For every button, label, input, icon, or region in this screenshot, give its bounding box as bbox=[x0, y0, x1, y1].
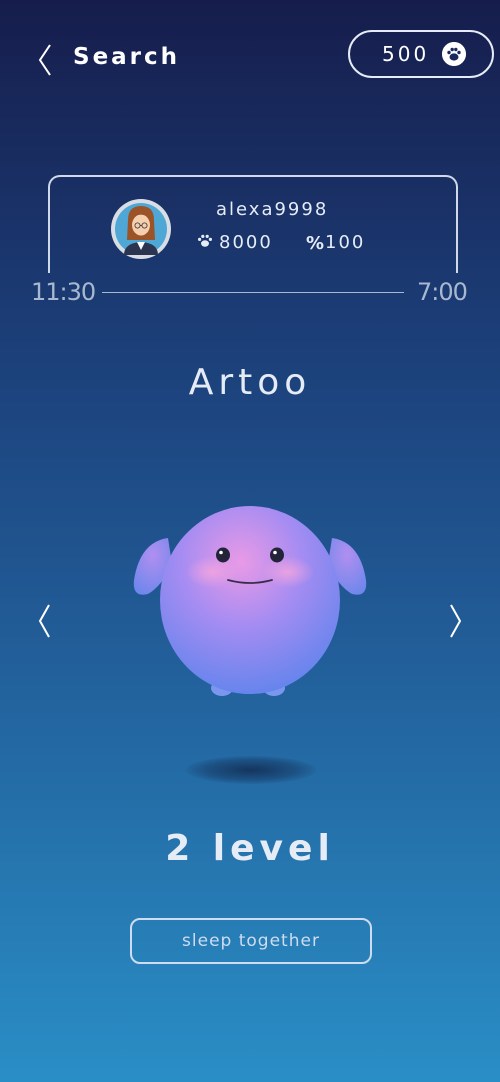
coin-balance-badge[interactable]: 500 bbox=[348, 30, 494, 78]
pet-name: Artoo bbox=[188, 362, 312, 403]
back-chevron-icon[interactable] bbox=[36, 42, 56, 78]
percent-icon: % bbox=[306, 233, 325, 254]
pet-creature-image[interactable] bbox=[128, 500, 372, 710]
previous-pet-chevron-icon[interactable] bbox=[36, 602, 54, 640]
paw-icon bbox=[442, 42, 466, 66]
page-title: Search bbox=[73, 44, 181, 70]
percent-value: 100 bbox=[325, 232, 366, 253]
sleep-together-button[interactable]: sleep together bbox=[130, 918, 372, 964]
username: alexa9998 bbox=[216, 199, 329, 220]
pet-level: 2 level bbox=[165, 828, 335, 869]
paw-icon bbox=[198, 234, 212, 247]
pet-shadow bbox=[186, 756, 316, 784]
coin-balance-value: 500 bbox=[382, 42, 430, 66]
schedule-start-time: 11:30 bbox=[31, 278, 96, 306]
paw-points-value: 8000 bbox=[219, 232, 273, 253]
schedule-end-time: 7:00 bbox=[417, 278, 468, 306]
schedule-divider-line bbox=[102, 292, 404, 293]
next-pet-chevron-icon[interactable] bbox=[446, 602, 464, 640]
user-avatar-icon bbox=[111, 199, 171, 259]
